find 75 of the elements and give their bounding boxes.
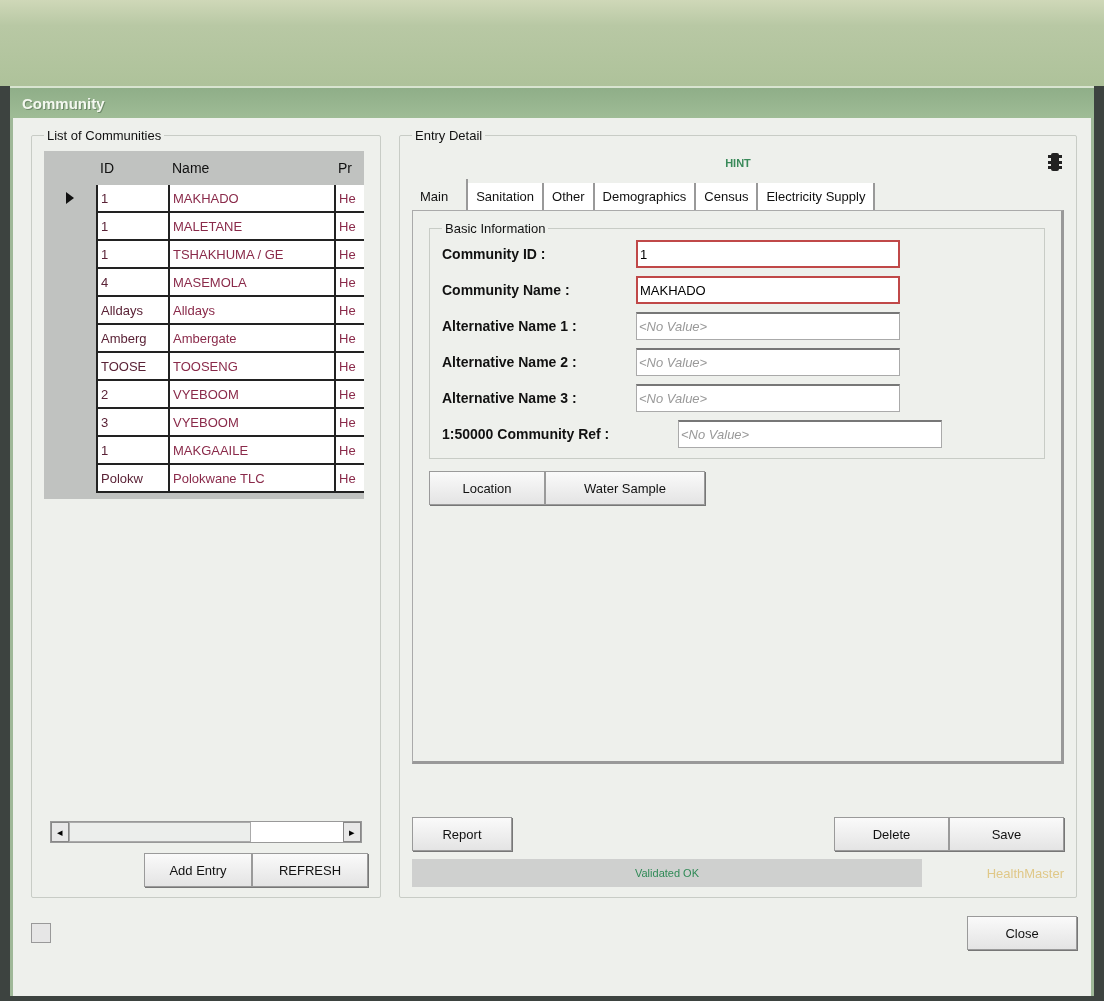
table-cell: He	[334, 269, 364, 297]
table-cell: He	[334, 465, 364, 493]
traffic-light-icon	[1048, 153, 1062, 171]
table-cell: VYEBOOM	[168, 381, 334, 409]
field-label: 1:50000 Community Ref :	[442, 426, 611, 442]
tab[interactable]: Other	[544, 183, 595, 210]
input-field[interactable]: <No Value>	[636, 384, 900, 412]
group-title: Entry Detail	[414, 128, 484, 143]
table-cell: 2	[96, 381, 168, 409]
tab[interactable]: Electricity Supply	[758, 183, 876, 210]
table-cell: VYEBOOM	[168, 409, 334, 437]
tab[interactable]: Census	[696, 183, 759, 210]
table-cell: 1	[96, 437, 168, 465]
water-sample-button[interactable]: Water Sample	[545, 471, 705, 505]
table-cell: Polokw	[96, 465, 168, 493]
field-label: Alternative Name 2 :	[442, 354, 578, 370]
column-header: Name	[171, 159, 211, 178]
field-label: Community ID :	[442, 246, 547, 262]
table-cell: MAKGAAILE	[168, 437, 334, 465]
input-field[interactable]: <No Value>	[636, 312, 900, 340]
table-cell: He	[334, 381, 364, 409]
small-square-button[interactable]	[31, 923, 51, 943]
hint-label: HINT	[725, 157, 751, 169]
table-cell: MALETANE	[168, 213, 334, 241]
column-header: Pr	[337, 159, 353, 178]
add-entry-button[interactable]: Add Entry	[144, 853, 252, 887]
table-cell: He	[334, 185, 364, 213]
table-cell: He	[334, 437, 364, 465]
brand-label: HealthMaster	[986, 865, 1064, 881]
table-cell: He	[334, 325, 364, 353]
table-cell: TSHAKHUMA / GE	[168, 241, 334, 269]
table-cell: MASEMOLA	[168, 269, 334, 297]
input-field[interactable]: MAKHADO	[636, 276, 900, 304]
table-cell: 1	[96, 185, 168, 213]
scroll-left-button[interactable]: ◂	[51, 822, 69, 842]
report-button[interactable]: Report	[412, 817, 512, 851]
table-cell: Amberg	[96, 325, 168, 353]
column-header: ID	[99, 159, 115, 178]
table-cell: He	[334, 409, 364, 437]
input-field[interactable]: <No Value>	[636, 348, 900, 376]
table-cell: He	[334, 297, 364, 325]
table-cell: 1	[96, 213, 168, 241]
status-text: Validated OK	[635, 867, 699, 879]
location-button[interactable]: Location	[429, 471, 545, 505]
table-cell: 4	[96, 269, 168, 297]
table-cell: He	[334, 353, 364, 381]
table-cell: Alldays	[168, 297, 334, 325]
input-field[interactable]: 1	[636, 240, 900, 268]
tab[interactable]: Demographics	[594, 183, 697, 210]
table-cell: Alldays	[96, 297, 168, 325]
field-label: Community Name :	[442, 282, 571, 298]
horizontal-scrollbar[interactable]: ◂ ▸	[50, 821, 362, 843]
table-cell: He	[334, 241, 364, 269]
delete-button[interactable]: Delete	[834, 817, 949, 851]
window-title: Community	[22, 94, 105, 112]
table-cell: MAKHADO	[168, 185, 334, 213]
scroll-right-button[interactable]: ▸	[343, 822, 361, 842]
table-cell: TOOSENG	[168, 353, 334, 381]
refresh-button[interactable]: REFRESH	[252, 853, 368, 887]
group-title: List of Communities	[46, 128, 163, 143]
tab[interactable]: Sanitation	[468, 183, 544, 210]
field-label: Alternative Name 1 :	[442, 318, 578, 334]
field-label: Alternative Name 3 :	[442, 390, 578, 406]
table-cell: Ambergate	[168, 325, 334, 353]
close-button[interactable]: Close	[967, 916, 1077, 950]
save-button[interactable]: Save	[949, 817, 1064, 851]
table-cell: He	[334, 213, 364, 241]
table-cell: 1	[96, 241, 168, 269]
table-cell: TOOSE	[96, 353, 168, 381]
group-title: Basic Information	[444, 221, 547, 236]
row-pointer-icon	[66, 192, 74, 204]
scroll-thumb[interactable]	[69, 822, 251, 842]
table-cell: Polokwane TLC	[168, 465, 334, 493]
input-field[interactable]: <No Value>	[678, 420, 942, 448]
table-cell: 3	[96, 409, 168, 437]
